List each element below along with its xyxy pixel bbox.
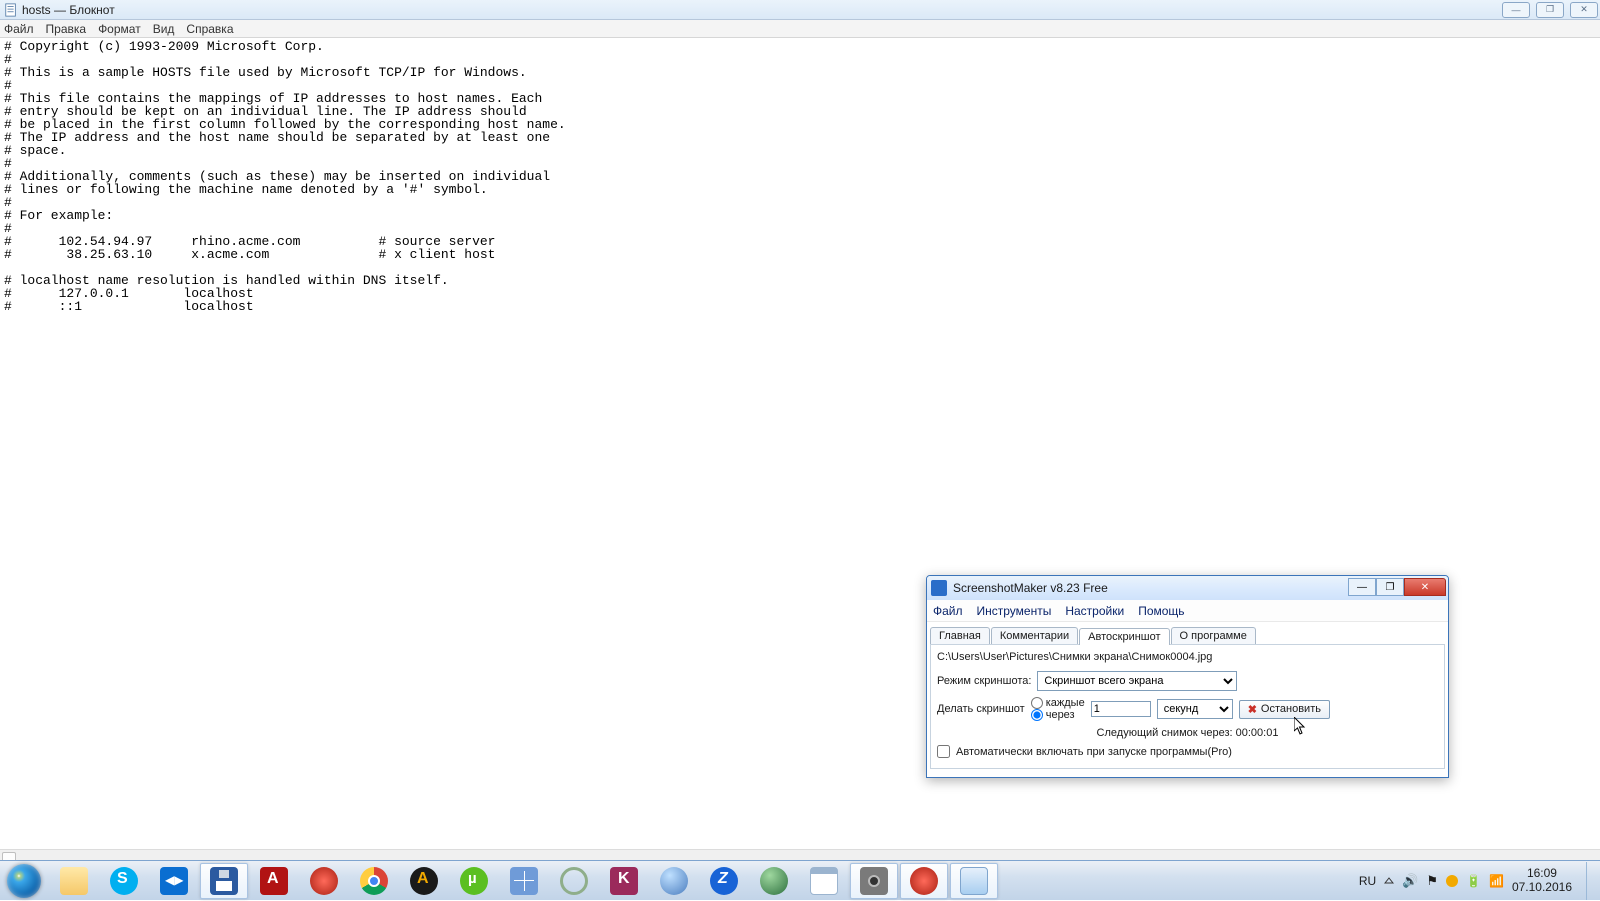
taskbar-utorrent[interactable]: µ [450,863,498,899]
taskbar-opera-2[interactable] [900,863,948,899]
calculator-icon [510,867,538,895]
notepad-content[interactable]: # Copyright (c) 1993-2009 Microsoft Corp… [0,38,1600,315]
taskbar-diskette[interactable] [200,863,248,899]
aimp-icon: A [410,867,438,895]
dialog-close-button[interactable]: ✕ [1404,578,1446,596]
close-button[interactable]: ✕ [1570,2,1598,18]
screenshotmaker-icon [931,580,947,596]
menu-view[interactable]: Вид [153,22,175,36]
tab-about[interactable]: О программе [1171,627,1256,644]
globe2-icon [760,867,788,895]
k-icon: K [610,867,638,895]
menu-help[interactable]: Справка [186,22,233,36]
tab-content: C:\Users\User\Pictures\Снимки экрана\Сни… [930,644,1445,769]
tray-volume-icon[interactable]: 🔊 [1402,873,1418,889]
tab-comments[interactable]: Комментарии [991,627,1078,644]
z-icon: Z [710,867,738,895]
dmenu-file[interactable]: Файл [933,604,963,618]
acrobat-icon: A [260,867,288,895]
mode-select[interactable]: Скриншот всего экрана [1037,671,1237,691]
folder-icon [60,867,88,895]
notepad-icon [4,3,18,17]
show-desktop-button[interactable] [1586,862,1596,900]
dialog-menubar: Файл Инструменты Настройки Помощь [927,600,1448,622]
globe-icon [660,867,688,895]
radio-every[interactable]: каждые [1031,697,1085,709]
dialog-maximise-button[interactable]: ❐ [1376,578,1404,596]
tray-flag-icon[interactable]: ⚑ [1426,873,1438,889]
taskbar-skype[interactable]: S [100,863,148,899]
screenshotmaker-window: ScreenshotMaker v8.23 Free — ❐ ✕ Файл Ин… [926,575,1449,778]
opera2-icon [910,867,938,895]
window-icon [810,867,838,895]
stop-button[interactable]: ✖Остановить [1239,700,1330,719]
opera-icon [310,867,338,895]
skype-icon: S [110,867,138,895]
interval-input[interactable] [1091,701,1151,717]
menu-edit[interactable]: Правка [46,22,87,36]
close-icon: ✖ [1248,703,1257,716]
teamviewer-icon: ◀▶ [160,867,188,895]
taskbar: S ◀▶ A A µ K Z RU 🔊 ⚑ 🔋 📶 16:09 07.10.20… [0,860,1600,900]
taskbar-screenshotmaker[interactable] [850,863,898,899]
dialog-tabs: Главная Комментарии Автоскриншот О прогр… [927,622,1448,644]
taskbar-acrobat[interactable]: A [250,863,298,899]
menu-file[interactable]: Файл [4,22,34,36]
autostart-label: Автоматически включать при запуске прогр… [956,746,1232,758]
tab-autoscreenshot[interactable]: Автоскриншот [1079,628,1169,645]
taskbar-globe-1[interactable] [650,863,698,899]
taskbar-z[interactable]: Z [700,863,748,899]
tray-clock[interactable]: 16:09 07.10.2016 [1512,867,1578,893]
unit-select[interactable]: секунд [1157,699,1233,719]
start-button[interactable] [0,861,48,901]
dmenu-settings[interactable]: Настройки [1065,604,1124,618]
taskbar-window[interactable] [800,863,848,899]
radio-after[interactable]: через [1031,709,1085,721]
dialog-title: ScreenshotMaker v8.23 Free [953,581,1108,595]
circle-icon [560,867,588,895]
dialog-minimise-button[interactable]: — [1348,578,1376,596]
taskbar-explorer[interactable] [50,863,98,899]
tray-network-icon[interactable]: 📶 [1489,874,1504,888]
make-label: Делать скриншот [937,703,1025,715]
utorrent-icon: µ [460,867,488,895]
camera-icon [860,867,888,895]
tray-battery-icon[interactable]: 🔋 [1466,874,1481,888]
maximise-button[interactable]: ❐ [1536,2,1564,18]
menu-format[interactable]: Формат [98,22,141,36]
taskbar-k[interactable]: K [600,863,648,899]
tray-language[interactable]: RU [1359,874,1376,888]
save-path: C:\Users\User\Pictures\Снимки экрана\Сни… [937,649,1438,665]
mode-label: Режим скриншота: [937,675,1031,687]
taskbar-aimp[interactable]: A [400,863,448,899]
tray-alert-icon[interactable] [1446,875,1458,887]
tray-up-icon[interactable] [1384,876,1394,886]
taskbar-bluewindow[interactable] [950,863,998,899]
chrome-icon [360,867,388,895]
tab-main[interactable]: Главная [930,627,990,644]
taskbar-calculator[interactable] [500,863,548,899]
dmenu-tools[interactable]: Инструменты [977,604,1052,618]
taskbar-teamviewer[interactable]: ◀▶ [150,863,198,899]
save-icon [210,867,238,895]
notepad-titlebar: hosts — Блокнот — ❐ ✕ [0,0,1600,20]
taskbar-circle[interactable] [550,863,598,899]
dialog-titlebar[interactable]: ScreenshotMaker v8.23 Free — ❐ ✕ [927,576,1448,600]
autostart-checkbox[interactable] [937,745,950,758]
notepad-task-icon [960,867,988,895]
taskbar-globe-2[interactable] [750,863,798,899]
next-shot-label: Следующий снимок через: 00:00:01 [937,727,1438,739]
notepad-menubar: Файл Правка Формат Вид Справка [0,20,1600,38]
notepad-title: hosts — Блокнот [22,3,115,17]
taskbar-chrome[interactable] [350,863,398,899]
taskbar-opera-1[interactable] [300,863,348,899]
dmenu-help[interactable]: Помощь [1138,604,1184,618]
minimise-button[interactable]: — [1502,2,1530,18]
